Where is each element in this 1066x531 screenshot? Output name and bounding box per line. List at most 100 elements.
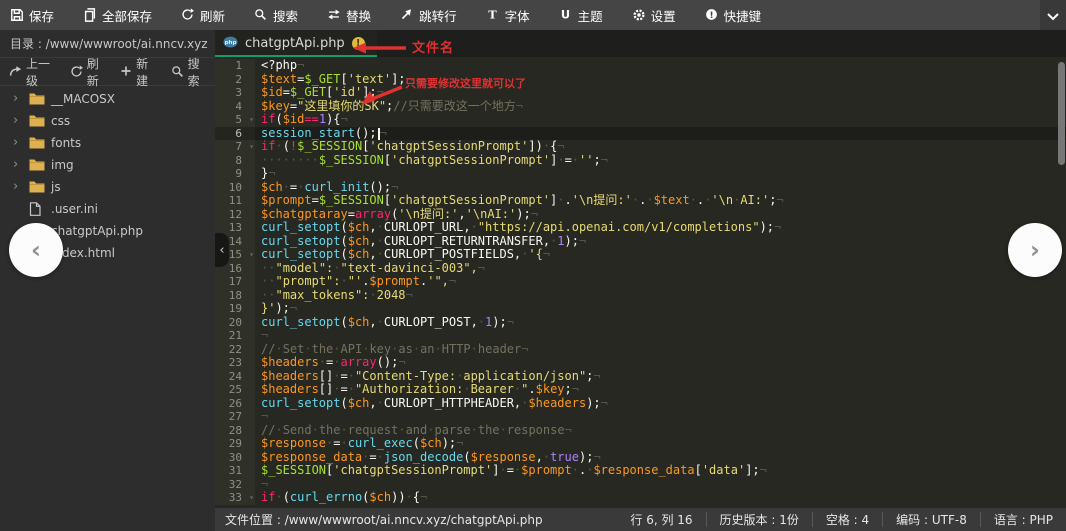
code-line-3[interactable]: 3$id=$_GET['id'];¬ (215, 85, 1066, 100)
code-line-26[interactable]: 26 curl_setopt($ch,·CURLOPT_HTTPHEADER,·$… (215, 396, 1066, 410)
line-number: 12 (215, 207, 255, 221)
code-line-20[interactable]: 20 curl_setopt($ch,·CURLOPT_POST,·1);¬ (215, 315, 1066, 329)
tree-item-fonts[interactable]: › fonts (0, 132, 215, 154)
tree-item--macosx[interactable]: › __MACOSX (0, 88, 215, 110)
code-line-6[interactable]: 6 session_start(); ¬ (215, 126, 1066, 140)
search-icon (254, 8, 268, 22)
toolbar-button-font[interactable]: T 字体 (486, 6, 530, 25)
sidebar-action-refresh[interactable]: 刷新 (70, 55, 105, 89)
folder-icon (29, 158, 45, 172)
code-line-5[interactable]: 5 ▾ if($id==1){¬ (215, 112, 1066, 127)
chevron-right-icon: › (1030, 236, 1040, 264)
status-item-1[interactable]: 历史版本 : 1份 (705, 512, 812, 527)
save-all-icon (83, 8, 97, 22)
status-item-3[interactable]: 编码 : UTF-8 (882, 512, 980, 527)
code-line-10[interactable]: 10 $ch·=·curl_init();¬ (215, 180, 1066, 194)
tree-item-js[interactable]: › js (0, 176, 215, 198)
plus-icon (120, 65, 132, 78)
chevron-right-icon: › (13, 179, 19, 194)
line-number: 27 (215, 410, 255, 424)
toolbar-button-replace[interactable]: 替换 (327, 6, 371, 25)
code-line-24[interactable]: 24 $headers[]·=·"Content-Type:·applicatio… (215, 369, 1066, 383)
fold-marker-icon[interactable]: ▾ (249, 140, 254, 154)
code-line-11[interactable]: 11 $prompt=$_SESSION['chatgptSessionPromp… (215, 193, 1066, 208)
file-sidebar: 目录 : /www/wwwroot/ai.nncv.xyz 上一级 刷新 新建 搜索 … (0, 30, 215, 531)
line-number: 24 (215, 369, 255, 383)
refresh-icon (181, 8, 195, 22)
code-line-15[interactable]: 15 ▾ curl_setopt($ch,·CURLOPT_POSTFIELDS,·… (215, 247, 1066, 262)
code-line-22[interactable]: 22//·Set·the·API·key·as·an·HTTP·header¬ (215, 342, 1066, 356)
tree-item--user-ini[interactable]: .user.ini (0, 198, 215, 220)
prev-page-button[interactable]: ‹ (9, 223, 63, 277)
sidebar-action-new[interactable]: 新建 (120, 55, 155, 89)
tree-item-img[interactable]: › img (0, 154, 215, 176)
chevron-right-icon: › (13, 113, 19, 128)
tree-item-css[interactable]: › css (0, 110, 215, 132)
line-number: 10 (215, 180, 255, 194)
toolbar-button-hotkeys[interactable]: ! 快捷键 (705, 6, 761, 25)
code-line-4[interactable]: 4 $key="这里填你的SK";//只需要改这一个地方¬ (215, 99, 1066, 113)
file-icon (29, 202, 45, 216)
status-bar: 文件位置 : /www/wwwroot/ai.nncv.xyz/chatgptA… (215, 508, 1066, 531)
scrollbar-thumb[interactable] (1058, 62, 1065, 165)
code-line-25[interactable]: 25 $headers[]·=·"Authorization:·Bearer·".… (215, 382, 1066, 397)
toolbar-button-label: 保存 (29, 8, 55, 24)
line-number: 26 (215, 396, 255, 410)
toolbar-button-save[interactable]: 保存 (10, 6, 54, 25)
toolbar-button-settings[interactable]: 设置 (632, 6, 676, 25)
code-line-27[interactable]: 27 ¬ (215, 409, 1066, 424)
code-line-9[interactable]: 9}¬ (215, 166, 1066, 181)
sidebar-action-search[interactable]: 搜索 (171, 55, 206, 89)
code-line-13[interactable]: 13 curl_setopt($ch,·CURLOPT_URL,·"https:/… (215, 220, 1066, 235)
fold-marker-icon[interactable]: ▾ (249, 491, 254, 505)
toolbar-button-label: 字体 (504, 8, 530, 24)
code-line-31[interactable]: 31 $_SESSION['chatgptSessionPrompt']·=·$p… (215, 463, 1066, 478)
line-number: 4 (215, 99, 255, 113)
code-view[interactable]: 1 <?php¬ 2 $text=$_GET['text'];¬ 3 $id=$_GET[… (215, 57, 1066, 508)
code-line-7[interactable]: 7 ▾ if·(!$_SESSION['chatgptSessionPrompt']… (215, 139, 1066, 154)
code-line-18[interactable]: 18 ··"max_tokens":·2048¬ (215, 288, 1066, 302)
fold-marker-icon[interactable]: ▾ (249, 248, 254, 262)
toolbar-button-goto-line[interactable]: 跳转行 (400, 6, 457, 25)
code-line-32[interactable]: 32 ¬ (215, 477, 1066, 491)
toolbar-button-theme[interactable]: U 主题 (559, 6, 602, 25)
code-line-14[interactable]: 14 curl_setopt($ch,·CURLOPT_RETURNTRANSFE… (215, 234, 1066, 248)
code-line-33[interactable]: 33 ▾ if·(curl_errno($ch))·{¬ (215, 490, 1066, 505)
line-number: 29 (215, 437, 255, 451)
toolbar-button-label: 搜索 (273, 8, 299, 24)
chevron-right-icon: › (13, 91, 19, 106)
sidebar-collapse-handle[interactable]: ‹ (215, 233, 229, 267)
code-line-2[interactable]: 2 $text=$_GET['text'];¬ (215, 72, 1066, 86)
toolbar-button-refresh[interactable]: 刷新 (181, 6, 225, 25)
code-line-17[interactable]: 17 ··"prompt":·"'.$prompt.'",¬ (215, 274, 1066, 289)
status-item-4[interactable]: 语言 : PHP (979, 512, 1066, 527)
status-item-2[interactable]: 空格 : 4 (811, 512, 882, 527)
line-number: 25 (215, 383, 255, 397)
toolbar-button-save-all[interactable]: 全部保存 (83, 6, 152, 25)
folder-icon (29, 114, 45, 128)
code-line-1[interactable]: 1 <?php¬ (215, 58, 1066, 73)
line-number: 3 (215, 86, 255, 100)
code-line-12[interactable]: 12 $chatgptaray=array('\n提问:','\nAI:');¬ (215, 207, 1066, 221)
line-number: 7 ▾ (215, 140, 255, 154)
code-line-28[interactable]: 28//·Send·the·request·and·parse·the·resp… (215, 423, 1066, 437)
code-line-21[interactable]: 21 ¬ (215, 328, 1066, 343)
chevron-right-icon: › (13, 135, 19, 150)
code-line-8[interactable]: 8 ········$_SESSION['chatgptSessionPrompt… (215, 153, 1066, 167)
line-number: 31 (215, 464, 255, 478)
next-page-button[interactable]: › (1008, 223, 1062, 277)
fold-marker-icon[interactable]: ▾ (249, 113, 254, 127)
toolbar-collapse-button[interactable] (1040, 0, 1066, 30)
refresh-icon (70, 65, 83, 78)
code-line-23[interactable]: 23 $headers·=·array();¬ (215, 355, 1066, 370)
annotation-modify-hint: 只需要修改这里就可以了 (405, 77, 526, 90)
code-line-19[interactable]: 19}');¬ (215, 301, 1066, 316)
toolbar-button-label: 跳转行 (419, 8, 457, 24)
sidebar-action-up-level[interactable]: 上一级 (9, 55, 55, 89)
font-icon: T (486, 8, 500, 22)
code-line-30[interactable]: 30 $response_data·=·json_decode($response… (215, 450, 1066, 464)
toolbar-button-search[interactable]: 搜索 (254, 6, 298, 25)
line-number: 19 (215, 302, 255, 316)
code-line-16[interactable]: 16 ··"model":·"text-davinci-003",¬ (215, 261, 1066, 275)
code-line-29[interactable]: 29 $response·=·curl_exec($ch);¬ (215, 436, 1066, 451)
